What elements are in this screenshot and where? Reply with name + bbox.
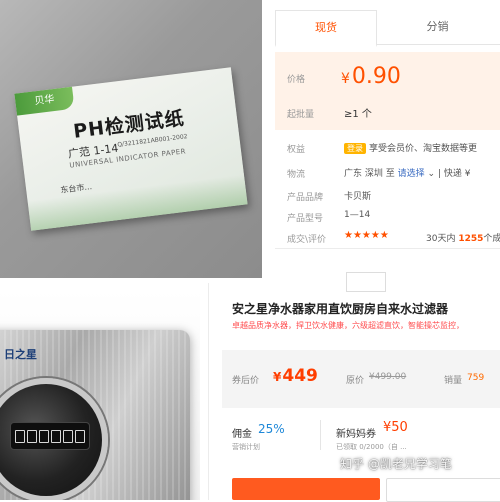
purifier-body: 日之星 bbox=[0, 330, 190, 500]
coupon-label: 新妈妈券 bbox=[336, 429, 376, 440]
ph-paper-box: 贝华 PH检测试纸 广范 1-14 Q/3211821AB001-2002 UN… bbox=[14, 67, 248, 231]
zhihu-watermark: 知乎 @凯老兄学习笔 bbox=[340, 457, 452, 471]
original-price-label: 原价 bbox=[346, 376, 365, 386]
price-label: 价格 bbox=[287, 75, 306, 85]
price-amount: 0.90 bbox=[351, 64, 401, 89]
rights-text: 享受会员价、淘宝数据等更 bbox=[369, 144, 478, 154]
commission-label: 佣金 bbox=[232, 429, 252, 440]
sales-count: 30天内 1255个成 bbox=[426, 231, 500, 244]
logistics-separator: | bbox=[437, 169, 441, 179]
logistics-to: 至 bbox=[385, 169, 395, 179]
currency-symbol: ¥ bbox=[341, 71, 350, 87]
sold-value: 759 bbox=[467, 373, 485, 383]
vertical-divider bbox=[320, 420, 321, 450]
display-digit bbox=[39, 430, 49, 443]
price-value: ¥0.90 bbox=[341, 64, 401, 89]
currency-symbol: ¥ bbox=[273, 370, 282, 384]
tab-in-stock[interactable]: 现货 bbox=[275, 10, 377, 47]
logistics-label: 物流 bbox=[287, 170, 306, 180]
sales-suffix: 个成 bbox=[483, 234, 500, 244]
batch-label: 起批量 bbox=[287, 110, 315, 120]
display-digit bbox=[15, 430, 25, 443]
commission-value: 25% bbox=[258, 422, 285, 436]
login-badge[interactable]: 登录 bbox=[344, 143, 366, 154]
after-coupon-label: 券后价 bbox=[232, 376, 260, 386]
promote-button[interactable] bbox=[232, 478, 380, 500]
ph-box-logo: 贝华 bbox=[14, 86, 75, 116]
product2-subtitle: 卓越品质净水器，捍卫饮水健康，六级超滤直饮，智能操芯监控， bbox=[232, 321, 464, 330]
product-image-purifier[interactable]: 日之星 bbox=[0, 290, 200, 500]
display-digit bbox=[27, 430, 37, 443]
brand-label: 产品品牌 bbox=[287, 193, 324, 203]
product2-title[interactable]: 安之星净水器家用直饮厨房自来水过滤器 bbox=[232, 300, 448, 317]
rating-stars: ★★★★★ bbox=[344, 230, 389, 241]
sold-label: 销量 bbox=[444, 376, 463, 386]
rights-label: 权益 bbox=[287, 145, 306, 155]
coupon-claimed: 已领取 0/2000（自 ... bbox=[336, 443, 407, 451]
secondary-button[interactable] bbox=[386, 478, 500, 502]
sales-number: 1255 bbox=[458, 234, 484, 244]
section-divider bbox=[275, 248, 500, 249]
tab-distribution[interactable]: 分销 bbox=[375, 10, 500, 44]
rights-value: 登录 享受会员价、淘宝数据等更 bbox=[344, 141, 477, 154]
chevron-down-icon[interactable]: ⌄ bbox=[428, 169, 436, 179]
sales-prefix: 30天内 bbox=[426, 234, 456, 244]
purifier-brand-logo: 日之星 bbox=[4, 348, 37, 361]
batch-value: ≥1 个 bbox=[344, 109, 372, 120]
after-coupon-amount: 449 bbox=[282, 366, 318, 386]
logistics-value: 广东 深圳 至 请选择 ⌄ | 快递 ¥ bbox=[344, 166, 470, 179]
display-digit bbox=[75, 430, 85, 443]
logistics-destination-select[interactable]: 请选择 bbox=[398, 169, 425, 179]
ph-box-stripe bbox=[27, 174, 248, 231]
deals-label: 成交\评价 bbox=[287, 235, 327, 245]
model-label: 产品型号 bbox=[287, 214, 324, 224]
after-coupon-price: ¥449 bbox=[273, 366, 318, 386]
brand-value: 卡贝斯 bbox=[344, 192, 372, 202]
model-value: 1—14 bbox=[344, 210, 371, 220]
stock-tabs: 现货 分销 bbox=[275, 10, 500, 47]
logistics-from: 广东 深圳 bbox=[344, 169, 383, 179]
purifier-display bbox=[10, 422, 90, 450]
display-digit bbox=[51, 430, 61, 443]
display-digit bbox=[63, 430, 73, 443]
coupon-value: ¥50 bbox=[383, 420, 408, 435]
commission-plan: 营销计划 bbox=[232, 443, 260, 451]
product-image-ph-paper[interactable]: 贝华 PH检测试纸 广范 1-14 Q/3211821AB001-2002 UN… bbox=[0, 0, 262, 278]
original-price: ¥499.00 bbox=[369, 372, 407, 382]
logistics-speed: 快递 ¥ bbox=[443, 169, 471, 179]
